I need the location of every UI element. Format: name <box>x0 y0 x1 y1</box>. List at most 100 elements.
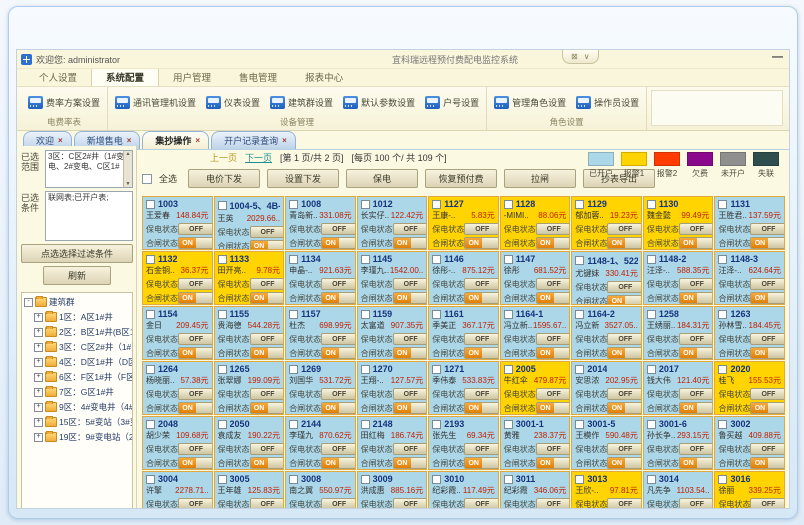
gate-status-toggle[interactable]: ON <box>536 347 571 359</box>
protect-status-toggle[interactable]: OFF <box>679 388 714 400</box>
gate-status-toggle[interactable]: ON <box>464 292 499 304</box>
gate-status-toggle[interactable]: ON <box>679 402 714 414</box>
meter-card[interactable]: 3011纪彩霞346.06元保电状态OFF合闸状态ON <box>500 471 571 508</box>
protect-status-toggle[interactable]: OFF <box>178 278 213 290</box>
protect-status-toggle[interactable]: OFF <box>679 498 714 508</box>
card-checkbox[interactable] <box>289 365 298 374</box>
meter-card[interactable]: 3009洪成惠885.16元保电状态OFF合闸状态ON <box>357 471 428 508</box>
card-checkbox[interactable] <box>361 310 370 319</box>
collapse-icon[interactable]: - <box>24 298 33 307</box>
card-checkbox[interactable] <box>504 365 513 374</box>
card-checkbox[interactable] <box>289 255 298 264</box>
meter-card[interactable]: 1258王绣丽..184.31元保电状态OFF合闸状态ON <box>643 306 714 360</box>
tree-item-5[interactable]: +7区：G区1#井 <box>24 386 131 398</box>
card-checkbox[interactable] <box>575 256 584 265</box>
card-checkbox[interactable] <box>718 475 727 484</box>
expand-icon[interactable]: + <box>34 373 43 382</box>
meter-card[interactable]: 3002鲁买越409.88元保电状态OFF合闸状态ON <box>714 416 785 470</box>
protect-status-toggle[interactable]: OFF <box>750 443 785 455</box>
gate-status-toggle[interactable]: ON <box>536 237 571 249</box>
gate-status-toggle[interactable]: ON <box>393 402 428 414</box>
expand-icon[interactable]: + <box>34 343 43 352</box>
meter-card[interactable]: 1128-MIMI..88.06元保电状态OFF合闸状态ON <box>500 196 571 250</box>
card-checkbox[interactable] <box>504 255 513 264</box>
gate-status-toggle[interactable]: ON <box>393 292 428 304</box>
protect-status-toggle[interactable]: OFF <box>321 388 356 400</box>
protect-status-toggle[interactable]: OFF <box>750 333 785 345</box>
meter-card[interactable]: 1130魏金懿99.49元保电状态OFF合闸状态ON <box>643 196 714 250</box>
meter-card[interactable]: 1148-3汪泽-..624.64元保电状态OFF合闸状态ON <box>714 251 785 305</box>
card-checkbox[interactable] <box>218 310 227 319</box>
gate-status-toggle[interactable]: ON <box>607 347 642 359</box>
prev-page-link[interactable]: 上一页 <box>210 151 237 164</box>
card-checkbox[interactable] <box>647 200 656 209</box>
gate-status-toggle[interactable]: ON <box>750 237 785 249</box>
protect-status-toggle[interactable]: OFF <box>250 498 285 508</box>
meter-card[interactable]: 2014安思浓202.95元保电状态OFF合闸状态ON <box>571 361 642 415</box>
close-icon[interactable]: × <box>195 136 200 145</box>
protect-status-toggle[interactable]: OFF <box>393 498 428 508</box>
protect-status-toggle[interactable]: OFF <box>250 333 285 345</box>
meter-card[interactable]: 2144李瑾九870.62元保电状态OFF合闸状态ON <box>285 416 356 470</box>
scroll-down-icon[interactable]: ▼ <box>126 181 131 187</box>
menu-tab-1[interactable]: 系统配置 <box>91 67 159 86</box>
gate-status-toggle[interactable]: ON <box>178 457 213 469</box>
tree-item-1[interactable]: +2区：B区1#井(B区1#井 <box>24 326 131 338</box>
gate-status-toggle[interactable]: ON <box>750 402 785 414</box>
card-checkbox[interactable] <box>218 255 227 264</box>
meter-card[interactable]: 1263孙林雪..184.45元保电状态OFF合闸状态ON <box>714 306 785 360</box>
action-button-2[interactable]: 保电 <box>346 169 418 188</box>
meter-card[interactable]: 1145李瑾九..1542.00..保电状态OFF合闸状态ON <box>357 251 428 305</box>
selected-condition-box[interactable]: 联网表;已开户表; <box>45 191 133 241</box>
card-checkbox[interactable] <box>146 255 155 264</box>
meter-card[interactable]: 1003王爱春148.84元保电状态OFF合闸状态ON <box>142 196 213 250</box>
expand-icon[interactable]: + <box>34 313 43 322</box>
gate-status-toggle[interactable]: ON <box>536 292 571 304</box>
meter-card[interactable]: 1008青岛新..331.08元保电状态OFF合闸状态ON <box>285 196 356 250</box>
protect-status-toggle[interactable]: OFF <box>750 388 785 400</box>
next-page-link[interactable]: 下一页 <box>245 151 272 164</box>
card-checkbox[interactable] <box>718 310 727 319</box>
card-checkbox[interactable] <box>718 255 727 264</box>
card-checkbox[interactable] <box>289 310 298 319</box>
gate-status-toggle[interactable]: ON <box>178 402 213 414</box>
meter-card[interactable]: 3010纪彩霞..117.49元保电状态OFF合闸状态ON <box>428 471 499 508</box>
tree-root[interactable]: -建筑群 <box>24 296 131 308</box>
meter-card[interactable]: 3008南之翼550.97元保电状态OFF合闸状态ON <box>285 471 356 508</box>
gate-status-toggle[interactable]: ON <box>464 402 499 414</box>
action-button-1[interactable]: 设置下发 <box>267 169 339 188</box>
meter-card[interactable]: 3005王年雄125.83元保电状态OFF合闸状态ON <box>214 471 285 508</box>
meter-card[interactable]: 1131王胜君..137.59元保电状态OFF合闸状态ON <box>714 196 785 250</box>
close-icon[interactable]: × <box>127 136 132 145</box>
banner-dropdown-icon[interactable]: ∨ <box>584 52 590 61</box>
gate-status-toggle[interactable]: ON <box>679 457 714 469</box>
gate-status-toggle[interactable]: ON <box>393 347 428 359</box>
card-checkbox[interactable] <box>361 420 370 429</box>
card-checkbox[interactable] <box>361 365 370 374</box>
card-checkbox[interactable] <box>575 475 584 484</box>
gate-status-toggle[interactable]: ON <box>321 347 356 359</box>
card-checkbox[interactable] <box>146 365 155 374</box>
card-checkbox[interactable] <box>146 200 155 209</box>
tree-item-7[interactable]: +15区：5#变站（3#变… <box>24 416 131 428</box>
protect-status-toggle[interactable]: OFF <box>250 278 285 290</box>
protect-status-toggle[interactable]: OFF <box>679 443 714 455</box>
close-icon[interactable]: × <box>58 136 63 145</box>
meter-card[interactable]: 1129郁加蓉..19.23元保电状态OFF合闸状态ON <box>571 196 642 250</box>
meter-card[interactable]: 3016徐丽339.25元保电状态OFF合闸状态ON <box>714 471 785 508</box>
tree-item-6[interactable]: +9区：4#变电井（4#变… <box>24 401 131 413</box>
meter-card[interactable]: 1265张翠娜199.09元保电状态OFF合闸状态ON <box>214 361 285 415</box>
minimize-button[interactable]: — <box>772 51 783 63</box>
pick-filter-button[interactable]: 点选选择过滤条件 <box>21 244 133 263</box>
meter-card[interactable]: 1148-1、522尤键妹330.41元保电状态OFF合闸状态ON <box>571 251 642 305</box>
protect-status-toggle[interactable]: OFF <box>321 498 356 508</box>
select-all-checkbox[interactable] <box>142 174 152 184</box>
gate-status-toggle[interactable]: ON <box>536 402 571 414</box>
menu-tab-3[interactable]: 售电管理 <box>225 68 291 86</box>
card-checkbox[interactable] <box>647 365 656 374</box>
protect-status-toggle[interactable]: OFF <box>679 278 714 290</box>
selected-range-box[interactable]: 3区：C区2#井（1#变电、2#变电、C区1# ▲ ▼ <box>45 150 133 188</box>
scroll-up-icon[interactable]: ▲ <box>126 151 131 157</box>
meter-card[interactable]: 1155贵海德544.28元保电状态OFF合闸状态ON <box>214 306 285 360</box>
gate-status-toggle[interactable]: ON <box>679 237 714 249</box>
